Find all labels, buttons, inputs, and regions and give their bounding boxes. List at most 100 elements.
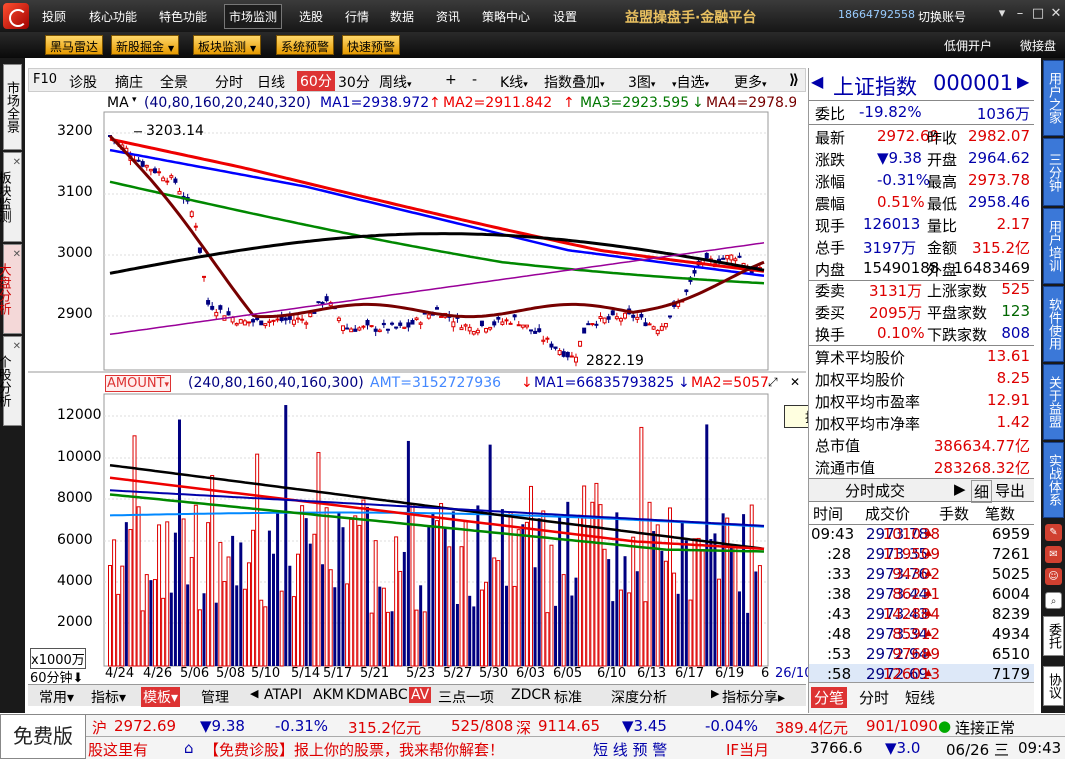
ma-dropdown-icon[interactable]: ▾ (132, 95, 137, 105)
tab-kdm[interactable]: KDM (346, 687, 378, 703)
user-icon[interactable]: ☺ (1045, 568, 1062, 585)
weijie-link[interactable]: 微接盘 (1020, 37, 1056, 54)
tab-sector-monitor[interactable]: ✕ 板块监测 (0, 152, 22, 242)
tab-market-overview[interactable]: 市场全景 (3, 64, 22, 150)
tab-standard[interactable]: 标准 (554, 687, 582, 707)
message-icon[interactable]: ✉ (1045, 546, 1062, 563)
tab-share[interactable]: 指标分享▸ (722, 687, 785, 707)
minimize-icon[interactable]: – (1012, 7, 1028, 23)
menu-quotes[interactable]: 行情 (345, 8, 369, 25)
tab-akm[interactable]: AKM (313, 687, 344, 703)
export-button[interactable]: 导出 (995, 480, 1025, 501)
kline-chart-area[interactable]: MA ▾ (40,80,160,20,240,320) MA1=2938.972 … (28, 92, 892, 714)
menu-feature[interactable]: 特色功能 (159, 8, 207, 25)
detail-button[interactable]: 细 (971, 480, 993, 503)
search-icon[interactable]: ⌕ (1045, 592, 1062, 609)
expand-icon[interactable]: ⟫ (789, 72, 799, 88)
volume-bar (554, 605, 558, 666)
switch-account-link[interactable]: 切换账号 (918, 8, 966, 25)
menu-tougu[interactable]: 投顾 (42, 8, 66, 25)
ticker-text-2[interactable]: 【免费诊股】报上你的股票，我来帮你解套！ (204, 739, 504, 760)
menu-settings[interactable]: 设置 (553, 8, 577, 25)
menu-core[interactable]: 核心功能 (89, 8, 137, 25)
sector-monitor-button[interactable]: 板块监测 ▼ (193, 35, 262, 55)
chevron-down-icon: ▼ (168, 44, 175, 53)
close-icon[interactable]: ✕ (1048, 7, 1064, 23)
kline-button[interactable]: K线▾ (500, 72, 528, 92)
dropdown-icon[interactable]: ▾ (994, 7, 1010, 23)
candle-body (598, 316, 603, 319)
tick-row[interactable]: :48 2973.34 ▲ 85912 4934 (809, 624, 1034, 644)
weekly-button[interactable]: 周线▾ (379, 72, 412, 92)
three-charts-button[interactable]: 3图▾ (628, 72, 655, 92)
indicator-zoom-icon[interactable]: ⤢ (768, 375, 778, 390)
candle-body (496, 316, 501, 320)
tab-stock-analysis[interactable]: ✕ 个股分析 (0, 336, 22, 426)
tab-practice-system[interactable]: 实战体系 (1043, 442, 1064, 518)
tick-row[interactable]: :53 2972.94 ▲ 97689 6510 (809, 644, 1034, 664)
tab-deep-analysis[interactable]: 深度分析 (611, 687, 667, 707)
tick-row[interactable]: :28 2973.35 ▲ 119509 7261 (809, 544, 1034, 564)
tab-atapi[interactable]: ATAPI (264, 687, 302, 703)
new-stock-button[interactable]: 新股掘金 ▼ (111, 35, 180, 55)
maximize-icon[interactable]: □ (1030, 7, 1046, 23)
candle-body (692, 270, 697, 274)
tab-indicator[interactable]: 指标▾ (91, 687, 126, 707)
volume-bar (132, 435, 137, 667)
vol-tick-10000: 10000 (57, 449, 102, 465)
tick-row[interactable]: :38 2973.44 ▲ 86231 6004 (809, 584, 1034, 604)
zhaizhuang-button[interactable]: 摘庄 (115, 72, 143, 92)
indicator-close-icon[interactable]: ✕ (790, 375, 800, 389)
tick-row[interactable]: :33 2973.76 ▲ 94302 5025 (809, 564, 1034, 584)
tick-row[interactable]: 09:43 2973.78 ▲ 101038 6959 (809, 524, 1034, 544)
ma-label[interactable]: MA (107, 95, 129, 111)
tab-user-training[interactable]: 用户培训 (1043, 208, 1064, 284)
tab-market-analysis[interactable]: ✕ 大盘分析 (0, 244, 22, 334)
tab-manage[interactable]: 管理 (201, 687, 229, 707)
tab-software-usage[interactable]: 软件使用 (1043, 286, 1064, 362)
index-overlay-button[interactable]: 指数叠加▾ (544, 72, 605, 92)
f10-button[interactable]: F10 (33, 72, 57, 87)
tick-row[interactable]: :43 2973.43 ▲ 142884 8239 (809, 604, 1034, 624)
30min-button[interactable]: 30分 (338, 72, 370, 92)
tab-user-home[interactable]: 用户之家 (1043, 60, 1064, 136)
tab-duanxian[interactable]: 短线 (905, 687, 935, 708)
volume-bar (357, 524, 362, 667)
tab-av[interactable]: AV (409, 687, 432, 703)
open-account-link[interactable]: 低佣开户 (944, 37, 992, 54)
menu-data[interactable]: 数据 (390, 8, 414, 25)
menu-strategy[interactable]: 策略中心 (482, 8, 530, 25)
overview-button[interactable]: 全景 (160, 72, 188, 92)
tab-entrust[interactable]: 委托 (1043, 616, 1064, 656)
intraday-button[interactable]: 分时 (215, 72, 243, 92)
chat-icon[interactable]: ✎ (1045, 524, 1062, 541)
zoom-in-button[interactable]: + (445, 72, 457, 88)
daily-button[interactable]: 日线 (257, 72, 285, 92)
tab-common[interactable]: 常用▾ (39, 687, 74, 707)
menu-select-stock[interactable]: 选股 (299, 8, 323, 25)
scroll-right-icon[interactable]: ▶ (711, 687, 719, 700)
tab-three-minutes[interactable]: 三分钟 (1043, 138, 1064, 206)
tab-fenbi[interactable]: 分笔 (811, 687, 848, 708)
tab-abc[interactable]: ABC (379, 687, 408, 703)
diagnose-button[interactable]: 诊股 (69, 72, 97, 92)
more-button[interactable]: 更多▾ (734, 72, 767, 92)
tab-fenshi[interactable]: 分时 (859, 687, 889, 708)
watchlist-button[interactable]: ▾自选▾ (672, 72, 709, 92)
tick-row[interactable]: :58 2972.69 ▲ 126013 7179 (809, 664, 1034, 684)
menu-market-monitor[interactable]: 市场监测 (224, 4, 283, 29)
menu-news[interactable]: 资讯 (436, 8, 460, 25)
tab-template[interactable]: 模板▾ (141, 687, 181, 707)
scroll-left-icon[interactable]: ◀ (250, 687, 258, 700)
60min-button[interactable]: 60分 (297, 71, 335, 91)
system-alert-button[interactable]: 系统预警 (276, 35, 335, 55)
tab-agreement[interactable]: 协议 (1043, 666, 1064, 706)
indicator-selector[interactable]: AMOUNT▾ (105, 375, 172, 392)
zoom-out-button[interactable]: - (472, 72, 477, 88)
quick-alert-button[interactable]: 快速预警 (342, 35, 401, 55)
tab-sandian[interactable]: 三点一项 (438, 687, 494, 707)
heima-radar-button[interactable]: 黑马雷达 (45, 35, 104, 55)
date-tick: 6/05 (553, 666, 583, 681)
tab-zdcr[interactable]: ZDCR (511, 687, 551, 703)
tab-about-yimeng[interactable]: 关于益盟 (1043, 364, 1064, 440)
